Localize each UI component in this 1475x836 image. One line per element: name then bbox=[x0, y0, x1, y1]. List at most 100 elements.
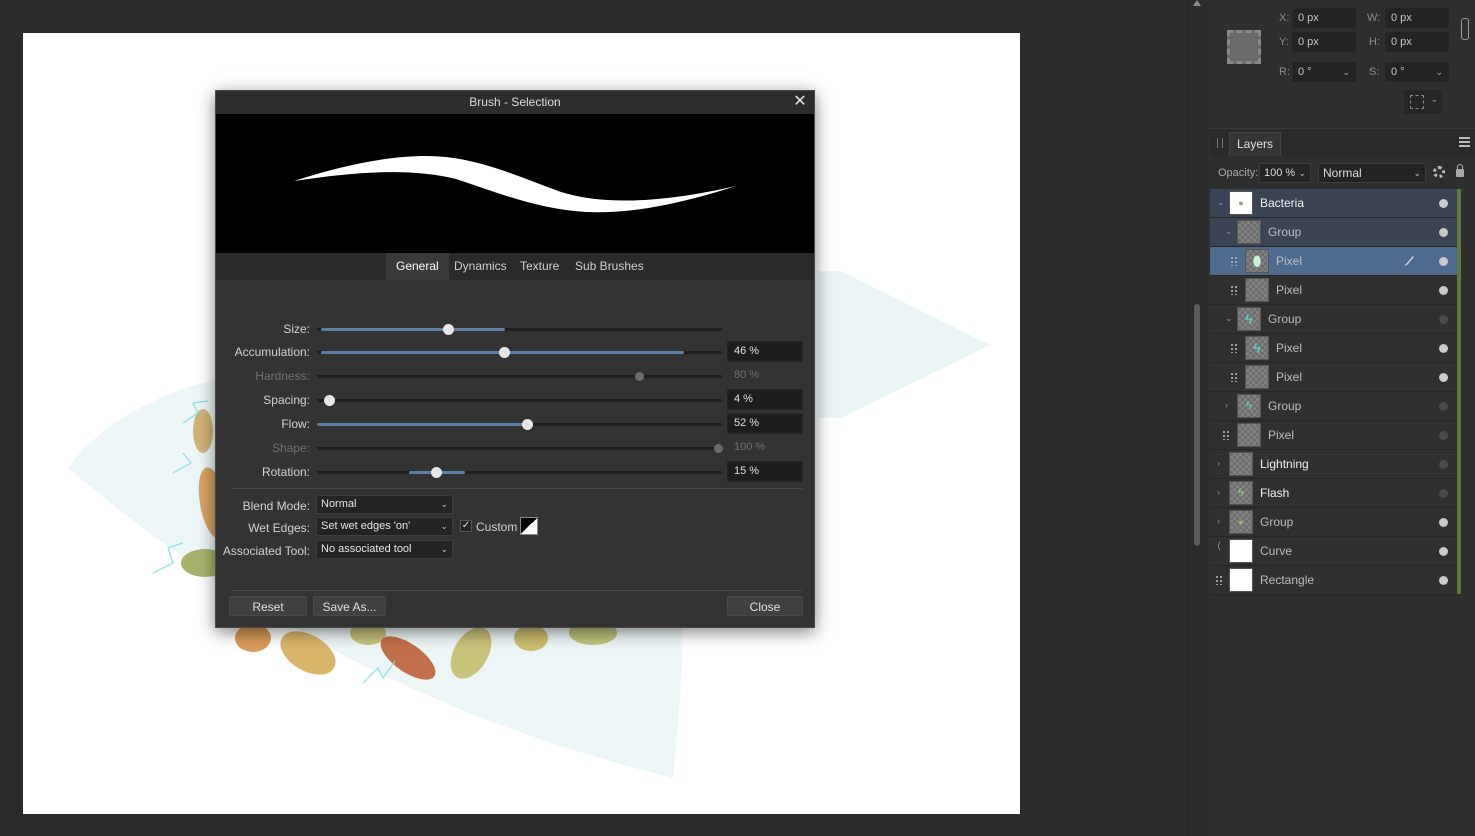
layer-name: Group bbox=[1268, 399, 1302, 413]
close-button[interactable]: Close bbox=[727, 596, 803, 616]
layer-row-rectangle[interactable]: Rectangle bbox=[1210, 566, 1457, 595]
visibility-dot-icon[interactable] bbox=[1439, 460, 1448, 469]
close-icon[interactable]: ✕ bbox=[791, 93, 809, 111]
vertical-scrollbar[interactable] bbox=[1187, 0, 1207, 836]
layer-name: Pixel bbox=[1268, 428, 1295, 442]
layer-blend-mode-select[interactable]: Normal ⌄ bbox=[1318, 163, 1426, 183]
slider-label: Shape: bbox=[271, 441, 310, 455]
accumulation-value[interactable]: 46 % bbox=[727, 341, 803, 362]
layer-row-group[interactable]: › ● Group bbox=[1210, 508, 1457, 537]
layer-row-pixel[interactable]: Pixel bbox=[1210, 276, 1457, 305]
layer-row-lightning[interactable]: › Lightning bbox=[1210, 450, 1457, 479]
slider-knob[interactable] bbox=[522, 419, 533, 430]
slider-knob[interactable] bbox=[431, 467, 442, 478]
slider-knob[interactable] bbox=[443, 324, 454, 335]
layer-row-group[interactable]: › ϟ Group bbox=[1210, 392, 1457, 421]
layer-row-curve[interactable]: ⟨ Curve bbox=[1210, 537, 1457, 566]
snapping-button[interactable]: ⌄ bbox=[1404, 90, 1442, 114]
flow-value[interactable]: 52 % bbox=[727, 413, 803, 434]
layer-row-group[interactable]: ⌄ Group bbox=[1210, 218, 1457, 247]
reset-button[interactable]: Reset bbox=[229, 596, 307, 616]
tab-dynamics[interactable]: Dynamics bbox=[444, 253, 517, 280]
spacing-slider-row: Spacing: 4 % bbox=[216, 389, 814, 410]
layer-row-pixel[interactable]: Pixel bbox=[1210, 421, 1457, 450]
size-slider[interactable] bbox=[317, 324, 722, 335]
chevron-down-icon[interactable]: ⌄ bbox=[1225, 313, 1233, 324]
hardness-slider bbox=[317, 372, 722, 381]
opacity-field[interactable]: 100 % ⌄ bbox=[1259, 163, 1311, 183]
pixel-layer-icon bbox=[1230, 256, 1238, 266]
scroll-up-icon[interactable] bbox=[1193, 0, 1201, 6]
y-field[interactable]: 0 px bbox=[1292, 32, 1356, 52]
custom-checkbox[interactable]: ✓ bbox=[460, 520, 472, 532]
accumulation-slider[interactable] bbox=[317, 347, 722, 358]
slider-knob[interactable] bbox=[499, 347, 510, 358]
rotation-value[interactable]: 15 % bbox=[727, 461, 803, 482]
visibility-dot-icon[interactable] bbox=[1439, 431, 1448, 440]
visibility-dot-icon[interactable] bbox=[1439, 489, 1448, 498]
blend-mode-select[interactable]: Normal ⌄ bbox=[316, 495, 453, 514]
chevron-right-icon[interactable]: › bbox=[1225, 400, 1228, 410]
panel-menu-icon[interactable] bbox=[1459, 137, 1470, 147]
chevron-right-icon[interactable]: › bbox=[1217, 458, 1220, 468]
tab-general[interactable]: General bbox=[386, 253, 449, 280]
layer-row-pixel[interactable]: Pixel bbox=[1210, 363, 1457, 392]
layer-thumbnail bbox=[1245, 365, 1269, 389]
layer-row-bacteria[interactable]: ⌄ ● Bacteria bbox=[1210, 189, 1457, 218]
save-as-button[interactable]: Save As... bbox=[313, 596, 386, 616]
w-field[interactable]: 0 px bbox=[1385, 8, 1449, 28]
rotation-slider[interactable] bbox=[317, 467, 722, 478]
slider-knob bbox=[635, 372, 644, 381]
layer-row-pixel[interactable]: ϟ Pixel bbox=[1210, 334, 1457, 363]
chevron-right-icon[interactable]: › bbox=[1217, 487, 1220, 497]
pixel-layer-icon bbox=[1230, 372, 1238, 382]
associated-tool-select[interactable]: No associated tool ⌄ bbox=[316, 540, 453, 559]
visibility-dot-icon[interactable] bbox=[1439, 518, 1448, 527]
visibility-dot-icon[interactable] bbox=[1439, 344, 1448, 353]
gear-icon[interactable] bbox=[1433, 166, 1445, 178]
chevron-right-icon[interactable]: › bbox=[1217, 516, 1220, 526]
slider-label: Hardness: bbox=[255, 369, 310, 383]
x-field[interactable]: 0 px bbox=[1292, 8, 1356, 28]
visibility-dot-icon[interactable] bbox=[1439, 402, 1448, 411]
spacing-slider[interactable] bbox=[317, 395, 722, 406]
visibility-dot-icon[interactable] bbox=[1439, 199, 1448, 208]
visibility-dot-icon[interactable] bbox=[1439, 576, 1448, 585]
visibility-dot-icon[interactable] bbox=[1439, 286, 1448, 295]
layer-thumbnail: ϟ bbox=[1245, 336, 1269, 360]
spacing-value[interactable]: 4 % bbox=[727, 389, 803, 410]
layer-row-pixel-selected[interactable]: ⬮ Pixel bbox=[1210, 247, 1457, 276]
custom-curve-swatch[interactable] bbox=[520, 517, 538, 535]
visibility-dot-icon[interactable] bbox=[1439, 315, 1448, 324]
tab-texture[interactable]: Texture bbox=[510, 253, 569, 280]
chevron-down-icon[interactable]: ⌄ bbox=[1225, 226, 1233, 237]
dialog-title[interactable]: Brush - Selection bbox=[216, 91, 814, 114]
visibility-dot-icon[interactable] bbox=[1439, 228, 1448, 237]
chevron-down-icon: ⌄ bbox=[1413, 168, 1421, 178]
h-field[interactable]: 0 px bbox=[1385, 32, 1449, 52]
layer-thumbnail bbox=[1237, 220, 1261, 244]
paintbrush-icon bbox=[1404, 256, 1414, 266]
blend-mode-row: Blend Mode: Normal ⌄ bbox=[216, 495, 814, 515]
layer-row-flash[interactable]: › ϟ Flash bbox=[1210, 479, 1457, 508]
tab-layers[interactable]: Layers bbox=[1229, 132, 1282, 156]
accumulation-slider-row: Accumulation: 46 % bbox=[216, 341, 814, 362]
visibility-dot-icon[interactable] bbox=[1439, 373, 1448, 382]
link-proportions-icon[interactable] bbox=[1461, 18, 1469, 40]
rotation-field[interactable]: 0 ° ⌄ bbox=[1292, 62, 1356, 82]
layer-thumbnail: ϟ bbox=[1229, 481, 1253, 505]
chevron-down-icon[interactable]: ⌄ bbox=[1217, 197, 1225, 208]
wet-edges-select[interactable]: Set wet edges 'on' ⌄ bbox=[316, 517, 453, 536]
grip-icon[interactable] bbox=[1217, 138, 1223, 148]
slider-knob[interactable] bbox=[324, 395, 335, 406]
layer-row-group[interactable]: ⌄ ϟ Group bbox=[1210, 305, 1457, 334]
anchor-selector-icon[interactable] bbox=[1227, 30, 1261, 64]
lock-icon[interactable] bbox=[1456, 164, 1464, 177]
scrollbar-thumb[interactable] bbox=[1194, 304, 1200, 546]
visibility-dot-icon[interactable] bbox=[1439, 547, 1448, 556]
bounding-box-icon bbox=[1410, 95, 1424, 109]
shear-field[interactable]: 0 ° ⌄ bbox=[1385, 62, 1449, 82]
visibility-dot-icon[interactable] bbox=[1439, 257, 1448, 266]
tab-sub-brushes[interactable]: Sub Brushes bbox=[565, 253, 654, 280]
flow-slider[interactable] bbox=[317, 419, 722, 430]
